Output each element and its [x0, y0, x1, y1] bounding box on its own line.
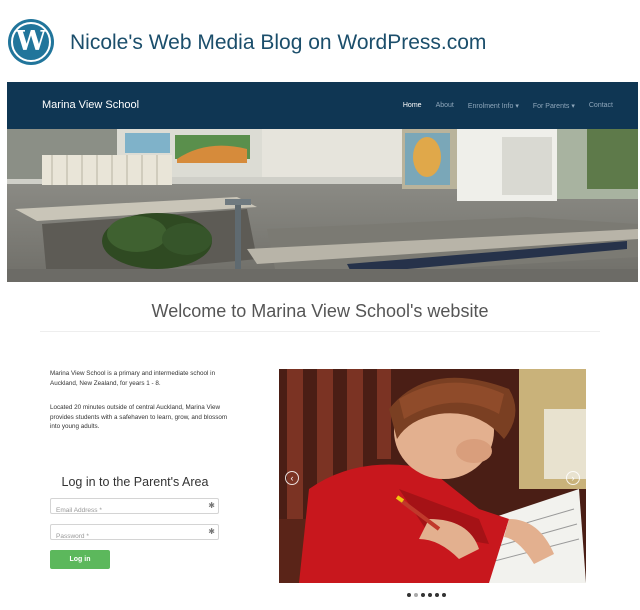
blog-header: W Nicole's Web Media Blog on WordPress.c… [0, 0, 640, 82]
nav-enrolment-dropdown[interactable]: Enrolment Info ▾ [468, 102, 519, 110]
carousel-indicator-3[interactable] [421, 593, 425, 597]
wordpress-logo-icon[interactable]: W [8, 19, 54, 65]
blog-title[interactable]: Nicole's Web Media Blog on WordPress.com [70, 31, 486, 55]
nav-for-parents-dropdown[interactable]: For Parents ▾ [533, 102, 575, 110]
nav-home-link[interactable]: Home [403, 102, 422, 109]
photo-carousel[interactable]: ‹ › [279, 369, 586, 583]
password-field[interactable]: ✱ [50, 524, 219, 544]
carousel-slide-image [279, 369, 586, 583]
email-input[interactable] [51, 503, 206, 518]
carousel-indicator-4[interactable] [428, 593, 432, 597]
carousel-indicators [407, 593, 449, 597]
nav-menu: Home About Enrolment Info ▾ For Parents … [403, 82, 638, 129]
section-divider [40, 331, 600, 332]
carousel-indicator-1[interactable] [407, 593, 411, 597]
required-asterisk-icon: ✱ [208, 501, 215, 510]
carousel-indicator-2[interactable] [414, 593, 418, 597]
nav-about-link[interactable]: About [436, 102, 454, 109]
email-field[interactable]: ✱ [50, 498, 219, 518]
carousel-next-button[interactable]: › [566, 471, 580, 485]
site-navbar: Marina View School Home About Enrolment … [7, 82, 638, 129]
carousel-indicator-5[interactable] [435, 593, 439, 597]
carousel-prev-button[interactable]: ‹ [285, 471, 299, 485]
hero-image [7, 129, 638, 282]
intro-paragraph-location: Located 20 minutes outside of central Au… [50, 404, 228, 430]
login-button[interactable]: Log in [50, 550, 110, 569]
login-section-title: Log in to the Parent's Area [61, 475, 209, 489]
carousel-indicator-6[interactable] [442, 593, 446, 597]
intro-paragraph: Marina View School is a primary and inte… [50, 370, 216, 387]
password-input[interactable] [51, 529, 206, 544]
nav-contact-link[interactable]: Contact [589, 102, 613, 109]
site-brand[interactable]: Marina View School [42, 99, 139, 111]
required-asterisk-icon: ✱ [208, 527, 215, 536]
welcome-heading: Welcome to Marina View School's website [151, 301, 489, 321]
